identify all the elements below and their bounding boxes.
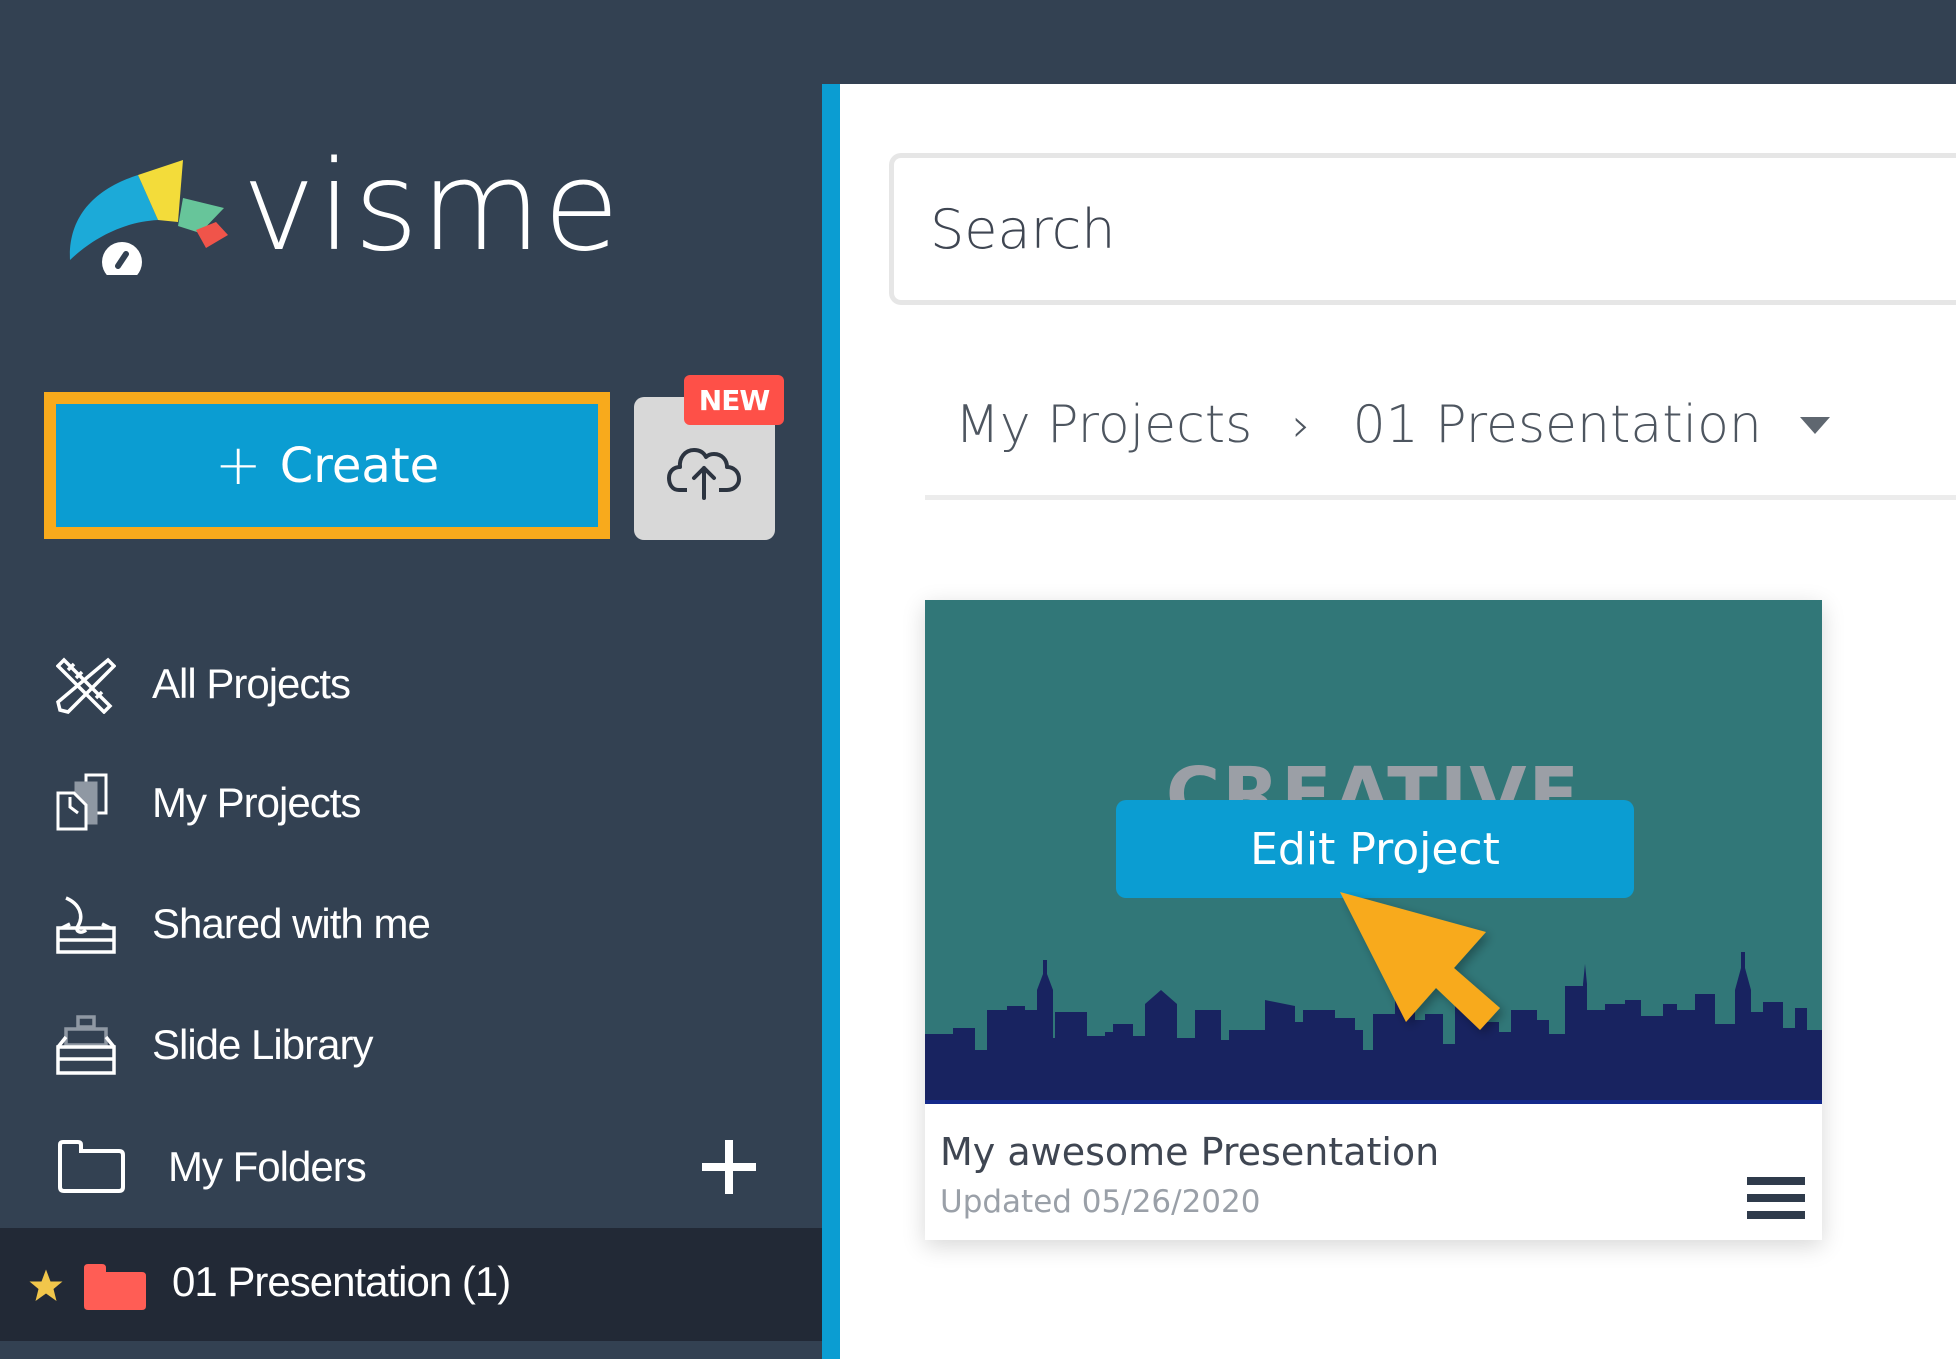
project-updated-date: Updated 05/26/2020 <box>940 1184 1261 1220</box>
cloud-upload-icon <box>666 447 741 500</box>
edit-project-button[interactable]: Edit Project <box>1116 800 1634 898</box>
sidebar-accent-strip <box>822 84 840 1359</box>
breadcrumb-my-projects[interactable]: My Projects <box>955 395 1252 455</box>
sidebar-item-label: Slide Library <box>152 1021 373 1068</box>
logo-wordmark: visme <box>242 135 622 279</box>
project-thumbnail[interactable]: CREATIVE Edit Project <box>925 600 1822 1104</box>
breadcrumb: My Projects › 01 Presentation <box>955 390 1830 460</box>
main-content: My Projects › 01 Presentation CREATIVE E… <box>840 84 1956 1359</box>
sidebar-item-all-projects[interactable]: All Projects <box>0 639 822 729</box>
project-title[interactable]: My awesome Presentation <box>940 1130 1439 1174</box>
divider <box>925 495 1956 500</box>
hamburger-menu-icon[interactable] <box>1747 1174 1805 1222</box>
archive-icon <box>56 1015 116 1075</box>
visme-logo[interactable]: visme <box>66 142 646 280</box>
plus-icon: + <box>214 432 262 498</box>
sidebar-item-label: My Projects <box>152 779 361 826</box>
project-card[interactable]: CREATIVE Edit Project My awesome Present… <box>925 600 1822 1240</box>
top-bar <box>0 0 1956 84</box>
shared-inbox-icon <box>56 896 116 954</box>
city-skyline-icon <box>925 952 1822 1104</box>
sidebar-item-label: Shared with me <box>152 900 431 947</box>
chevron-right-icon: › <box>1292 398 1311 452</box>
sidebar-item-my-projects[interactable]: My Projects <box>0 758 822 848</box>
documents-icon <box>56 773 108 831</box>
sidebar-item-shared-with-me[interactable]: Shared with me <box>0 879 822 969</box>
create-button[interactable]: + Create <box>56 404 598 527</box>
folder-icon <box>84 1264 146 1310</box>
folder-item-01-presentation[interactable]: 01 Presentation (1) <box>0 1228 822 1341</box>
sidebar-item-slide-library[interactable]: Slide Library <box>0 1000 822 1090</box>
sidebar-item-label: All Projects <box>152 660 351 707</box>
pencil-ruler-icon <box>56 657 116 714</box>
visme-logo-mark-icon <box>69 160 228 275</box>
create-button-highlight: + Create <box>44 392 610 539</box>
folder-label: 01 Presentation (1) <box>172 1258 511 1305</box>
search-input[interactable] <box>894 158 1956 300</box>
star-icon[interactable] <box>28 1268 64 1304</box>
breadcrumb-current-folder[interactable]: 01 Presentation <box>1353 395 1762 455</box>
caret-down-icon[interactable] <box>1799 416 1830 434</box>
search-field[interactable] <box>889 153 1956 305</box>
sidebar-item-my-folders[interactable]: My Folders <box>0 1122 822 1212</box>
add-folder-button[interactable] <box>700 1138 758 1196</box>
new-badge: NEW <box>684 375 784 425</box>
folder-outline-icon <box>58 1140 125 1193</box>
sidebar-item-label: My Folders <box>168 1143 367 1190</box>
create-button-label: Create <box>279 437 440 494</box>
